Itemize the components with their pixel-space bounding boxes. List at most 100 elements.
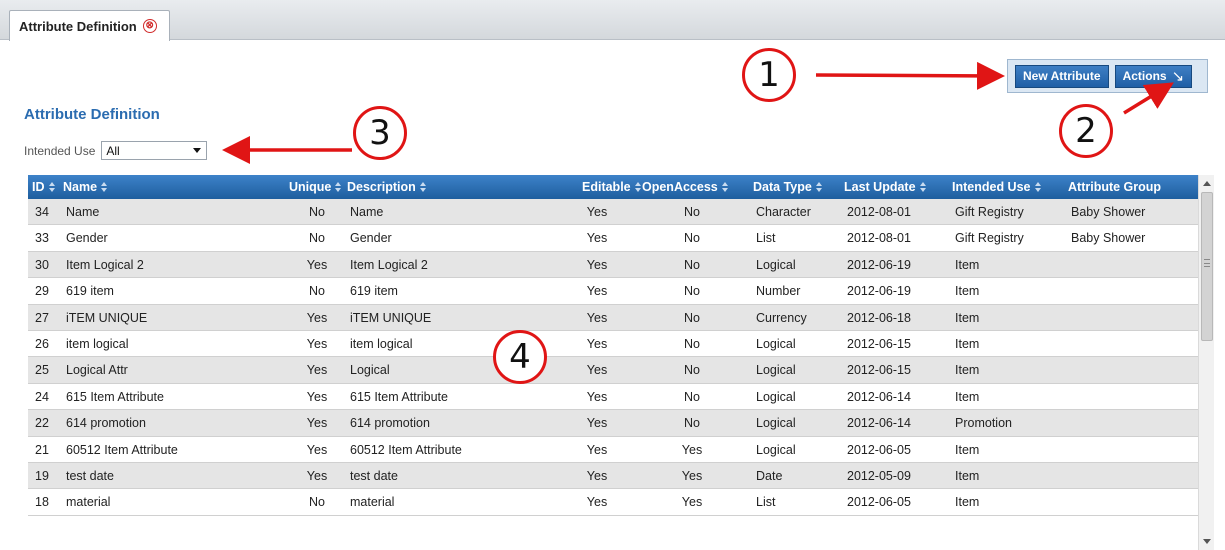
- table-row[interactable]: 19 test date Yes test date Yes Yes Date 2012-05…: [28, 462, 1198, 490]
- cell-description: Name: [350, 205, 384, 219]
- column-header-data-type[interactable]: Data Type: [753, 175, 822, 199]
- cell-description: 619 item: [350, 284, 398, 299]
- cell-unique: Yes: [306, 363, 328, 378]
- cell-id: 30: [35, 257, 49, 272]
- scroll-down-icon[interactable]: [1203, 539, 1211, 544]
- table-row[interactable]: 26 item logical Yes item logical Yes No Logica…: [28, 330, 1198, 358]
- cell-id: 24: [35, 389, 49, 404]
- cell-intended-use: Item: [955, 468, 980, 483]
- scroll-up-icon[interactable]: [1203, 181, 1211, 186]
- cell-last-update: 2012-06-05: [847, 442, 911, 457]
- cell-editable: Yes: [586, 389, 608, 404]
- cell-intended-use: Item: [955, 336, 980, 351]
- arrow-down-right-icon: ↘: [1171, 68, 1185, 85]
- sort-icon[interactable]: [721, 182, 728, 192]
- column-header-description[interactable]: Description: [347, 175, 426, 199]
- table-row[interactable]: 34 Name No Name Yes No Character 2012-08-01 Gift…: [28, 199, 1198, 226]
- table-row[interactable]: 29 619 item No 619 item Yes No Number 2012-06-1…: [28, 278, 1198, 305]
- cell-name: test date: [66, 468, 114, 483]
- table-row[interactable]: 25 Logical Attr Yes Logical Yes No Logical 2012…: [28, 357, 1198, 384]
- cell-data-type: Logical: [756, 257, 796, 272]
- cell-intended-use: Item: [955, 257, 980, 272]
- cell-data-type: Logical: [756, 416, 796, 431]
- cell-unique: Yes: [306, 468, 328, 483]
- cell-intended-use: Item: [955, 495, 980, 510]
- cell-data-type: Logical: [756, 442, 796, 457]
- column-header-editable[interactable]: Editable: [582, 175, 641, 199]
- cell-data-type: Logical: [756, 389, 796, 404]
- table-row[interactable]: 24 615 Item Attribute Yes 615 Item Attribut…: [28, 383, 1198, 411]
- column-header-last-update[interactable]: Last Update: [844, 175, 926, 199]
- app-window: Attribute Definition ⊗ New Attribute Act…: [0, 0, 1225, 550]
- cell-openaccess: Yes: [681, 495, 703, 510]
- cell-openaccess: No: [684, 284, 700, 299]
- table-row[interactable]: 30 Item Logical 2 Yes Item Logical 2 Yes No Lo…: [28, 251, 1198, 279]
- sort-icon[interactable]: [48, 182, 55, 192]
- sort-icon[interactable]: [634, 182, 641, 192]
- arrow-to-new-attribute: [815, 61, 1005, 90]
- cell-last-update: 2012-06-14: [847, 389, 911, 404]
- sort-icon[interactable]: [815, 182, 822, 192]
- table-row[interactable]: 27 iTEM UNIQUE Yes iTEM UNIQUE Yes No Currency…: [28, 304, 1198, 331]
- cell-unique: Yes: [306, 389, 328, 404]
- column-header-label: Name: [63, 180, 98, 194]
- cell-last-update: 2012-06-19: [847, 284, 911, 299]
- column-header-unique[interactable]: Unique: [289, 175, 342, 199]
- cell-openaccess: No: [684, 231, 700, 246]
- sort-icon[interactable]: [419, 182, 426, 192]
- scroll-thumb[interactable]: [1201, 192, 1213, 341]
- cell-description: material: [350, 495, 395, 510]
- intended-use-select[interactable]: All: [101, 141, 208, 160]
- cell-last-update: 2012-06-05: [847, 495, 911, 510]
- cell-unique: No: [309, 495, 325, 510]
- callout-4: 4: [493, 330, 547, 384]
- cell-last-update: 2012-06-14: [847, 416, 911, 431]
- cell-openaccess: Yes: [681, 468, 703, 483]
- tab-attribute-definition[interactable]: Attribute Definition ⊗: [9, 10, 170, 41]
- cell-data-type: List: [756, 231, 776, 246]
- cell-editable: Yes: [586, 336, 608, 351]
- cell-unique: No: [309, 231, 325, 246]
- cell-editable: Yes: [586, 310, 608, 325]
- cell-name: 60512 Item Attribute: [66, 442, 178, 457]
- column-header-id[interactable]: ID: [32, 175, 55, 199]
- actions-button[interactable]: Actions ↘: [1114, 64, 1193, 88]
- sort-icon[interactable]: [919, 182, 926, 192]
- cell-data-type: List: [756, 495, 776, 510]
- new-attribute-button[interactable]: New Attribute: [1015, 64, 1109, 88]
- table-row[interactable]: 21 60512 Item Attribute Yes 60512 Item Attr…: [28, 436, 1198, 463]
- intended-use-filter: Intended Use All: [24, 141, 208, 160]
- column-header-attribute-group[interactable]: Attribute Group: [1068, 175, 1161, 199]
- table-row[interactable]: 22 614 promotion Yes 614 promotion Yes No Logi…: [28, 410, 1198, 437]
- column-header-intended-use[interactable]: Intended Use: [952, 175, 1041, 199]
- cell-openaccess: No: [684, 257, 700, 272]
- column-header-openaccess[interactable]: OpenAccess: [642, 175, 728, 199]
- cell-intended-use: Item: [955, 310, 980, 325]
- cell-id: 26: [35, 336, 49, 351]
- callout-1: 1: [742, 48, 796, 102]
- cell-openaccess: No: [684, 205, 700, 219]
- cell-unique: Yes: [306, 257, 328, 272]
- cell-description: 615 Item Attribute: [350, 389, 448, 404]
- cell-intended-use: Gift Registry: [955, 205, 1024, 219]
- cell-data-type: Logical: [756, 363, 796, 378]
- cell-description: test date: [350, 468, 398, 483]
- vertical-scrollbar[interactable]: [1198, 175, 1214, 550]
- column-header-name[interactable]: Name: [63, 175, 108, 199]
- cell-attribute-group: Baby Shower: [1071, 205, 1146, 219]
- cell-id: 21: [35, 442, 49, 457]
- sort-icon[interactable]: [101, 182, 108, 192]
- sort-icon[interactable]: [1034, 182, 1041, 192]
- cell-name: 619 item: [66, 284, 114, 299]
- cell-description: iTEM UNIQUE: [350, 310, 432, 325]
- grid-body: 34 Name No Name Yes No Character 2012-08-01 Gift…: [28, 199, 1198, 516]
- close-icon[interactable]: ⊗: [142, 19, 157, 33]
- tab-strip: Attribute Definition ⊗: [0, 0, 1225, 41]
- sort-icon[interactable]: [335, 182, 342, 192]
- cell-description: 60512 Item Attribute: [350, 442, 462, 457]
- column-header-label: Data Type: [753, 180, 812, 194]
- table-row[interactable]: 18 material No material Yes Yes List 2012-06-05…: [28, 489, 1198, 516]
- cell-unique: Yes: [306, 442, 328, 457]
- grid-header: ID Name Unique Description Editable OpenAcces…: [28, 175, 1198, 199]
- table-row[interactable]: 33 Gender No Gender Yes No List 2012-08-01 Gift …: [28, 225, 1198, 252]
